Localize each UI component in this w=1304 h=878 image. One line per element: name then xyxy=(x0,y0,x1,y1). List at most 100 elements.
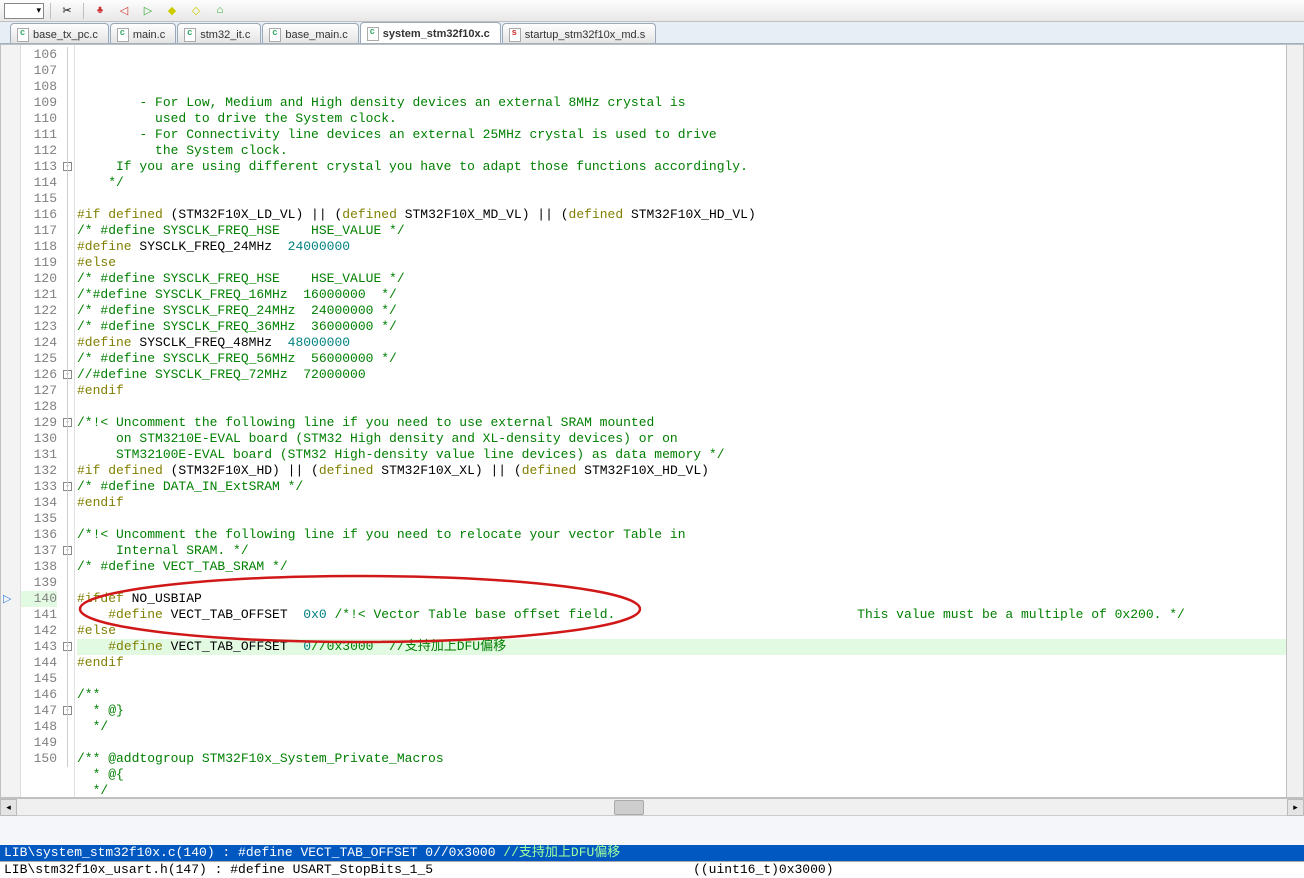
line-number: 139 xyxy=(21,575,57,591)
code-line[interactable] xyxy=(77,191,1303,207)
code-area[interactable]: - For Low, Medium and High density devic… xyxy=(75,45,1303,797)
code-line[interactable]: /*#define SYSCLK_FREQ_16MHz 16000000 */ xyxy=(77,287,1303,303)
code-line[interactable]: */ xyxy=(77,783,1303,797)
line-number: 136 xyxy=(21,527,57,543)
line-number: 110 xyxy=(21,111,57,127)
code-line[interactable]: on STM3210E-EVAL board (STM32 High densi… xyxy=(77,431,1303,447)
file-icon xyxy=(184,28,196,42)
diamond-up-icon[interactable]: ◆ xyxy=(162,2,182,20)
toolbar: ✂ ♣ ◁ ▷ ◆ ◇ ⌂ xyxy=(0,0,1304,22)
code-line[interactable]: #endif xyxy=(77,655,1303,671)
line-number: 112 xyxy=(21,143,57,159)
file-tab[interactable]: startup_stm32f10x_md.s xyxy=(502,23,656,43)
tab-label: main.c xyxy=(133,29,165,41)
code-line[interactable]: * @} xyxy=(77,703,1303,719)
line-number: 129 xyxy=(21,415,57,431)
code-line[interactable]: the System clock. xyxy=(77,143,1303,159)
code-line[interactable]: * @{ xyxy=(77,767,1303,783)
file-tab[interactable]: base_main.c xyxy=(262,23,358,43)
scroll-thumb[interactable] xyxy=(614,800,644,815)
code-line[interactable]: /* #define SYSCLK_FREQ_HSE HSE_VALUE */ xyxy=(77,223,1303,239)
code-line[interactable]: #else xyxy=(77,255,1303,271)
code-line[interactable]: /* #define SYSCLK_FREQ_24MHz 24000000 */ xyxy=(77,303,1303,319)
code-line[interactable]: #endif xyxy=(77,495,1303,511)
toolbar-dropdown[interactable] xyxy=(4,3,44,19)
tree-icon[interactable]: ♣ xyxy=(90,2,110,20)
line-number: 114 xyxy=(21,175,57,191)
scroll-left-button[interactable]: ◂ xyxy=(0,799,17,816)
code-line[interactable]: /*!< Uncomment the following line if you… xyxy=(77,527,1303,543)
line-number: 134 xyxy=(21,495,57,511)
scroll-track[interactable] xyxy=(17,799,1287,815)
status-bar-line1: LIB\system_stm32f10x.c(140) : #define VE… xyxy=(0,845,1304,861)
code-line[interactable]: #if defined (STM32F10X_LD_VL) || (define… xyxy=(77,207,1303,223)
file-tab[interactable]: base_tx_pc.c xyxy=(10,23,109,43)
code-line[interactable]: /** xyxy=(77,687,1303,703)
home-icon[interactable]: ⌂ xyxy=(210,2,230,20)
code-line[interactable]: /* #define SYSCLK_FREQ_36MHz 36000000 */ xyxy=(77,319,1303,335)
fold-margin[interactable]: ------- xyxy=(61,45,75,797)
status-path: LIB\system_stm32f10x.c(140) : xyxy=(4,845,238,860)
code-line[interactable]: #if defined (STM32F10X_HD) || (defined S… xyxy=(77,463,1303,479)
line-number: 144 xyxy=(21,655,57,671)
tab-label: system_stm32f10x.c xyxy=(383,28,490,40)
code-line[interactable]: STM32100E-EVAL board (STM32 High-density… xyxy=(77,447,1303,463)
status-code: #define VECT_TAB_OFFSET 0//0x3000 xyxy=(238,845,503,860)
code-line[interactable]: /*!< Uncomment the following line if you… xyxy=(77,415,1303,431)
line-number: 128 xyxy=(21,399,57,415)
code-line[interactable]: If you are using different crystal you h… xyxy=(77,159,1303,175)
line-number: 149 xyxy=(21,735,57,751)
code-line[interactable]: #ifdef NO_USBIAP xyxy=(77,591,1303,607)
code-line[interactable]: Internal SRAM. */ xyxy=(77,543,1303,559)
code-line[interactable] xyxy=(77,575,1303,591)
code-line[interactable]: */ xyxy=(77,175,1303,191)
nav-fwd-icon[interactable]: ▷ xyxy=(138,2,158,20)
code-line[interactable]: - For Connectivity line devices an exter… xyxy=(77,127,1303,143)
code-line[interactable] xyxy=(77,671,1303,687)
diamond-down-icon[interactable]: ◇ xyxy=(186,2,206,20)
line-number: 113 xyxy=(21,159,57,175)
code-line[interactable] xyxy=(77,735,1303,751)
nav-back-icon[interactable]: ◁ xyxy=(114,2,134,20)
code-line[interactable] xyxy=(77,399,1303,415)
code-line[interactable]: #endif xyxy=(77,383,1303,399)
code-line[interactable]: #define VECT_TAB_OFFSET 0//0x3000 //支持加上… xyxy=(77,639,1303,655)
code-line[interactable]: #define SYSCLK_FREQ_24MHz 24000000 xyxy=(77,239,1303,255)
line-number: 145 xyxy=(21,671,57,687)
code-line[interactable]: - For Low, Medium and High density devic… xyxy=(77,95,1303,111)
line-number: 116 xyxy=(21,207,57,223)
code-line[interactable]: used to drive the System clock. xyxy=(77,111,1303,127)
line-numbers: 1061071081091101111121131141151161171181… xyxy=(21,45,61,797)
file-tab[interactable]: system_stm32f10x.c xyxy=(360,22,501,43)
code-line[interactable]: /* #define VECT_TAB_SRAM */ xyxy=(77,559,1303,575)
code-line[interactable] xyxy=(77,511,1303,527)
tab-bar: base_tx_pc.c main.c stm32_it.cbase_main.c s… xyxy=(0,22,1304,44)
breakpoint-margin[interactable]: ▷ xyxy=(1,45,21,797)
code-line[interactable]: #else xyxy=(77,623,1303,639)
code-line[interactable]: /* #define SYSCLK_FREQ_56MHz 56000000 */ xyxy=(77,351,1303,367)
code-line[interactable]: #define SYSCLK_FREQ_48MHz 48000000 xyxy=(77,335,1303,351)
horizontal-scrollbar[interactable]: ◂ ▸ xyxy=(0,798,1304,815)
code-line[interactable]: //#define SYSCLK_FREQ_72MHz 72000000 xyxy=(77,367,1303,383)
code-line[interactable]: */ xyxy=(77,719,1303,735)
cut-icon[interactable]: ✂ xyxy=(57,2,77,20)
file-tab[interactable]: stm32_it.c xyxy=(177,23,261,43)
scroll-right-button[interactable]: ▸ xyxy=(1287,799,1304,816)
vertical-scrollbar[interactable] xyxy=(1286,45,1303,797)
status-value2: ((uint16_t)0x3000) xyxy=(693,862,833,877)
line-number: 127 xyxy=(21,383,57,399)
line-number: 118 xyxy=(21,239,57,255)
current-line-marker: ▷ xyxy=(3,592,15,604)
line-number: 146 xyxy=(21,687,57,703)
code-line[interactable]: /* #define DATA_IN_ExtSRAM */ xyxy=(77,479,1303,495)
code-line[interactable]: /** @addtogroup STM32F10x_System_Private… xyxy=(77,751,1303,767)
file-tab[interactable]: main.c xyxy=(110,23,176,43)
line-number: 138 xyxy=(21,559,57,575)
tab-label: startup_stm32f10x_md.s xyxy=(525,29,645,41)
status-bar-line2: LIB\stm32f10x_usart.h(147) : #define USA… xyxy=(0,861,1304,878)
line-number: 141 xyxy=(21,607,57,623)
code-editor[interactable]: ▷ 10610710810911011111211311411511611711… xyxy=(0,44,1304,798)
code-line[interactable]: /* #define SYSCLK_FREQ_HSE HSE_VALUE */ xyxy=(77,271,1303,287)
code-line[interactable]: #define VECT_TAB_OFFSET 0x0 /*!< Vector … xyxy=(77,607,1303,623)
line-number: 108 xyxy=(21,79,57,95)
